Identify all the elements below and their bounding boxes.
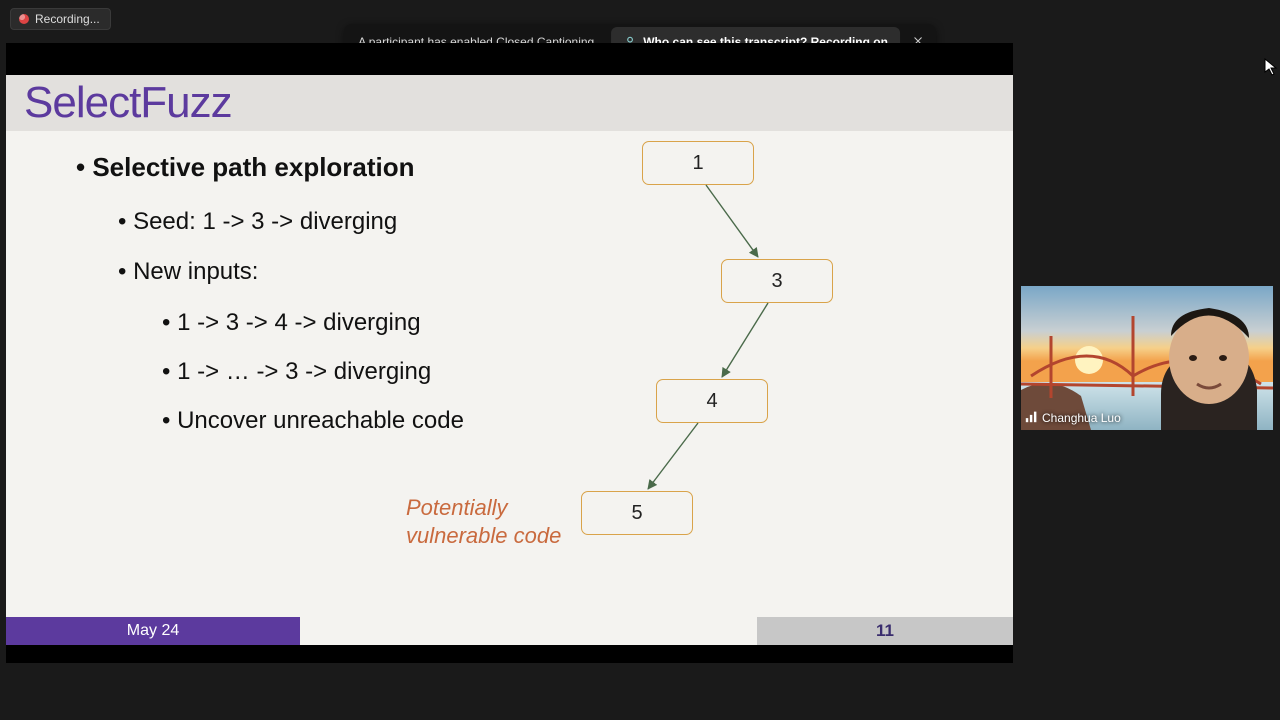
webcam-scene — [1021, 286, 1273, 430]
slide-footer: May 24 11 — [6, 617, 1013, 645]
speaker-name-tag: Changhua Luo — [1025, 410, 1121, 426]
slide-body: Selective path exploration Seed: 1 -> 3 … — [6, 131, 1013, 617]
speaker-name: Changhua Luo — [1042, 411, 1121, 425]
bullet-seed: Seed: 1 -> 3 -> diverging — [118, 205, 464, 240]
slide: SelectFuzz Selective path exploration Se… — [6, 75, 1013, 645]
bullet-input-1: 1 -> 3 -> 4 -> diverging — [162, 306, 464, 341]
footer-page-number: 11 — [757, 617, 1013, 645]
bullet-new-inputs: New inputs: — [118, 255, 464, 290]
footer-spacer — [300, 617, 757, 645]
speaker-video-tile[interactable]: Changhua Luo — [1021, 286, 1273, 430]
record-icon — [19, 14, 29, 24]
flow-node-1: 1 — [642, 141, 754, 185]
cursor-icon — [1264, 58, 1278, 76]
footer-date: May 24 — [6, 617, 300, 645]
bullet-heading: Selective path exploration — [76, 149, 464, 187]
flow-node-3: 3 — [721, 259, 833, 303]
bullet-input-3: Uncover unreachable code — [162, 404, 464, 439]
vulnerable-note: Potentially vulnerable code — [406, 494, 561, 549]
signal-icon — [1025, 410, 1038, 426]
note-line-2: vulnerable code — [406, 523, 561, 548]
shared-screen: SelectFuzz Selective path exploration Se… — [6, 43, 1013, 663]
recording-label: Recording... — [35, 12, 100, 26]
note-line-1: Potentially — [406, 495, 508, 520]
bullet-list: Selective path exploration Seed: 1 -> 3 … — [76, 149, 464, 453]
flow-node-5: 5 — [581, 491, 693, 535]
flow-node-4: 4 — [656, 379, 768, 423]
slide-title: SelectFuzz — [24, 78, 232, 128]
bullet-input-2: 1 -> … -> 3 -> diverging — [162, 355, 464, 390]
recording-indicator: Recording... — [10, 8, 111, 30]
slide-header: SelectFuzz — [6, 75, 1013, 131]
